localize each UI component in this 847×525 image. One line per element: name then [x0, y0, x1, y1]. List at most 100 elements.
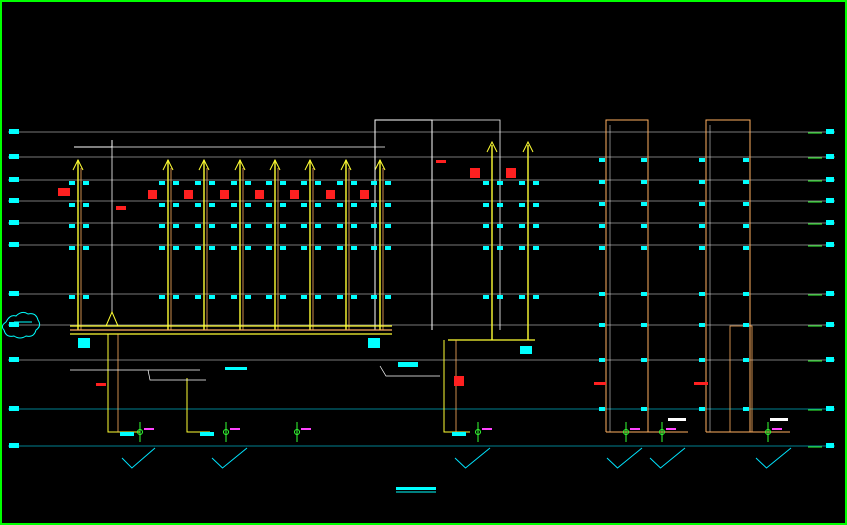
fixture-tag: [280, 203, 286, 207]
fixture-tag: [266, 181, 272, 185]
fixture-tag: [483, 203, 489, 207]
fixture-tag: [266, 224, 272, 228]
fixture-tag: [743, 180, 749, 184]
level-marker-right: [826, 443, 834, 448]
valve-tag: [506, 168, 516, 178]
fixture-tag: [699, 158, 705, 162]
center-outline: [374, 119, 433, 330]
valve-label: [482, 428, 492, 430]
fixture-tag: [699, 292, 705, 296]
fixture-tag: [371, 181, 377, 185]
fixture-tag: [245, 181, 251, 185]
fixture-tag: [351, 246, 357, 250]
fixture-tag: [173, 246, 179, 250]
valve-tag: [594, 382, 606, 385]
fixture-tag: [159, 246, 165, 250]
fixture-tag: [195, 224, 201, 228]
fixture-tag: [385, 181, 391, 185]
floor-lines: [8, 131, 835, 447]
fixture-tag: [301, 224, 307, 228]
branch-line: [147, 369, 206, 381]
fixture-tag: [599, 158, 605, 162]
label-bar: [770, 418, 788, 421]
fixture-tag: [519, 246, 525, 250]
level-marker-right: [826, 406, 834, 411]
fixture-tag: [385, 203, 391, 207]
level-marker-right: [826, 177, 834, 182]
fixture-tag: [266, 246, 272, 250]
valve-label: [772, 428, 782, 430]
valve-label: [630, 428, 640, 430]
fixture-tag: [641, 202, 647, 206]
fixture-tag: [280, 246, 286, 250]
fixture-tag: [231, 224, 237, 228]
fixture-tag: [699, 323, 705, 327]
fixture-tag: [195, 203, 201, 207]
fixture-tag: [371, 246, 377, 250]
fixture-tag: [83, 224, 89, 228]
valve-tag: [220, 190, 229, 199]
level-marker-right: [826, 220, 834, 225]
fixture-tag: [483, 181, 489, 185]
fixture-tag: [173, 203, 179, 207]
fixture-tag: [301, 203, 307, 207]
fixture-tag: [743, 246, 749, 250]
pump-tag: [520, 346, 532, 354]
fixture-tag: [280, 295, 286, 299]
center-outline: [432, 119, 501, 330]
valve-label: [144, 428, 154, 430]
fixture-tag: [371, 203, 377, 207]
fixture-tag: [385, 224, 391, 228]
fixture-tag: [483, 246, 489, 250]
ground-symbol: [606, 447, 643, 469]
fixture-tag: [743, 407, 749, 411]
label-bar: [225, 367, 247, 370]
fixture-tag: [245, 295, 251, 299]
fixture-tag: [497, 246, 503, 250]
fixture-tag: [599, 224, 605, 228]
fixture-tag: [280, 224, 286, 228]
fixture-tag: [385, 246, 391, 250]
meter-tag: [200, 432, 214, 436]
fixture-tag: [315, 203, 321, 207]
valve-tag: [326, 190, 335, 199]
valve-label: [666, 428, 676, 430]
ground-symbol: [121, 447, 156, 469]
valve-tag: [58, 188, 70, 196]
fixture-tag: [337, 246, 343, 250]
level-marker-left: [9, 177, 19, 182]
ground-symbol: [211, 447, 248, 469]
fixture-tag: [497, 295, 503, 299]
fixture-tag: [743, 202, 749, 206]
fixture-tag: [209, 203, 215, 207]
pump-tag: [368, 338, 380, 348]
drop-to-ground: [107, 334, 140, 433]
fixture-tag: [315, 224, 321, 228]
fixture-tag: [266, 295, 272, 299]
valve-label: [301, 428, 311, 430]
fixture-tag: [533, 181, 539, 185]
fixture-tag: [245, 224, 251, 228]
label-bar: [398, 362, 418, 367]
level-marker-right: [826, 322, 834, 327]
fixture-tag: [599, 180, 605, 184]
viewport-border: [0, 0, 847, 525]
fixture-tag: [351, 181, 357, 185]
level-marker-left: [9, 129, 19, 134]
fixture-tag: [83, 203, 89, 207]
cad-drawing-viewport[interactable]: [0, 0, 847, 525]
level-marker-left: [9, 154, 19, 159]
fixture-tag: [497, 181, 503, 185]
level-marker-left: [9, 291, 19, 296]
fixture-tag: [69, 295, 75, 299]
meter-tag: [120, 432, 134, 436]
fixture-tag: [266, 203, 272, 207]
fixture-tag: [641, 246, 647, 250]
valve-label: [230, 428, 240, 430]
label-bar: [668, 418, 686, 421]
level-marker-left: [9, 357, 19, 362]
right-riser-pair: [605, 119, 649, 432]
fixture-tag: [195, 295, 201, 299]
fixture-tag: [69, 246, 75, 250]
valve-tag: [255, 190, 264, 199]
